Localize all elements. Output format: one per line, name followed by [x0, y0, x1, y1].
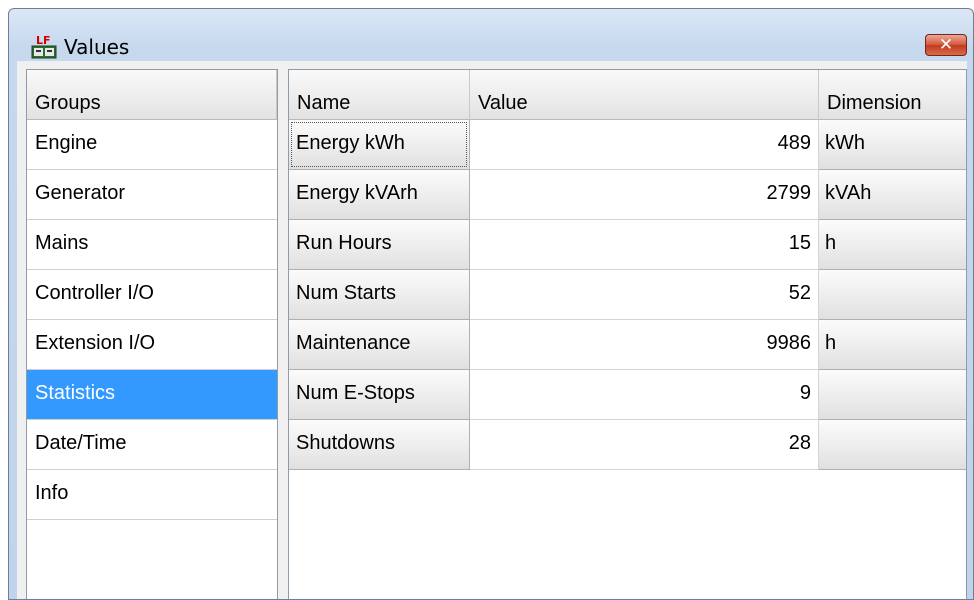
row-dimension-cell: kVAh — [819, 170, 966, 220]
group-item-generator[interactable]: Generator — [27, 170, 277, 220]
group-item-info[interactable]: Info — [27, 470, 277, 520]
row-name-button[interactable]: Energy kWh — [289, 120, 470, 170]
window-client-area: Groups Engine Generator Mains Controller I/… — [17, 61, 967, 599]
column-header-name[interactable]: Name — [289, 70, 470, 120]
row-dimension-cell: h — [819, 220, 966, 270]
group-item-engine[interactable]: Engine — [27, 120, 277, 170]
close-button[interactable]: ✕ — [925, 34, 967, 56]
groups-header[interactable]: Groups — [27, 70, 277, 120]
group-item-statistics[interactable]: Statistics — [27, 370, 277, 420]
column-header-dimension[interactable]: Dimension — [819, 70, 966, 120]
row-value-cell: 489 — [470, 120, 819, 170]
svg-text:LF: LF — [36, 34, 51, 47]
row-value-cell: 52 — [470, 270, 819, 320]
row-value-cell: 2799 — [470, 170, 819, 220]
group-item-date-time[interactable]: Date/Time — [27, 420, 277, 470]
table-row[interactable]: Shutdowns 28 — [289, 420, 966, 470]
row-value-cell: 9 — [470, 370, 819, 420]
row-name-button[interactable]: Maintenance — [289, 320, 470, 370]
row-value-cell: 9986 — [470, 320, 819, 370]
row-name-button[interactable]: Shutdowns — [289, 420, 470, 470]
row-name-button[interactable]: Num Starts — [289, 270, 470, 320]
row-name-button[interactable]: Run Hours — [289, 220, 470, 270]
row-dimension-cell — [819, 420, 966, 470]
row-name-button[interactable]: Num E-Stops — [289, 370, 470, 420]
row-dimension-cell — [819, 370, 966, 420]
table-row[interactable]: Energy kVArh 2799 kVAh — [289, 170, 966, 220]
values-table[interactable]: Name Value Dimension Energy kWh 489 kWh Ene… — [288, 69, 967, 599]
window-title: Values — [64, 35, 130, 59]
groups-list[interactable]: Groups Engine Generator Mains Controller I/… — [26, 69, 278, 599]
group-item-mains[interactable]: Mains — [27, 220, 277, 270]
table-row[interactable]: Num E-Stops 9 — [289, 370, 966, 420]
row-dimension-cell: h — [819, 320, 966, 370]
group-item-controller-i-o[interactable]: Controller I/O — [27, 270, 277, 320]
title-bar[interactable]: LF Values ✕ — [9, 9, 973, 61]
row-dimension-cell: kWh — [819, 120, 966, 170]
row-value-cell: 15 — [470, 220, 819, 270]
group-item-extension-i-o[interactable]: Extension I/O — [27, 320, 277, 370]
table-row[interactable]: Maintenance 9986 h — [289, 320, 966, 370]
table-row[interactable]: Run Hours 15 h — [289, 220, 966, 270]
values-window: LF Values ✕ Groups Engine Generator Mains C… — [8, 8, 974, 600]
row-name-button[interactable]: Energy kVArh — [289, 170, 470, 220]
table-row[interactable]: Num Starts 52 — [289, 270, 966, 320]
column-header-value[interactable]: Value — [470, 70, 819, 120]
close-icon: ✕ — [938, 34, 954, 55]
lf-app-icon: LF — [31, 34, 57, 59]
row-dimension-cell — [819, 270, 966, 320]
row-value-cell: 28 — [470, 420, 819, 470]
table-row[interactable]: Energy kWh 489 kWh — [289, 120, 966, 170]
